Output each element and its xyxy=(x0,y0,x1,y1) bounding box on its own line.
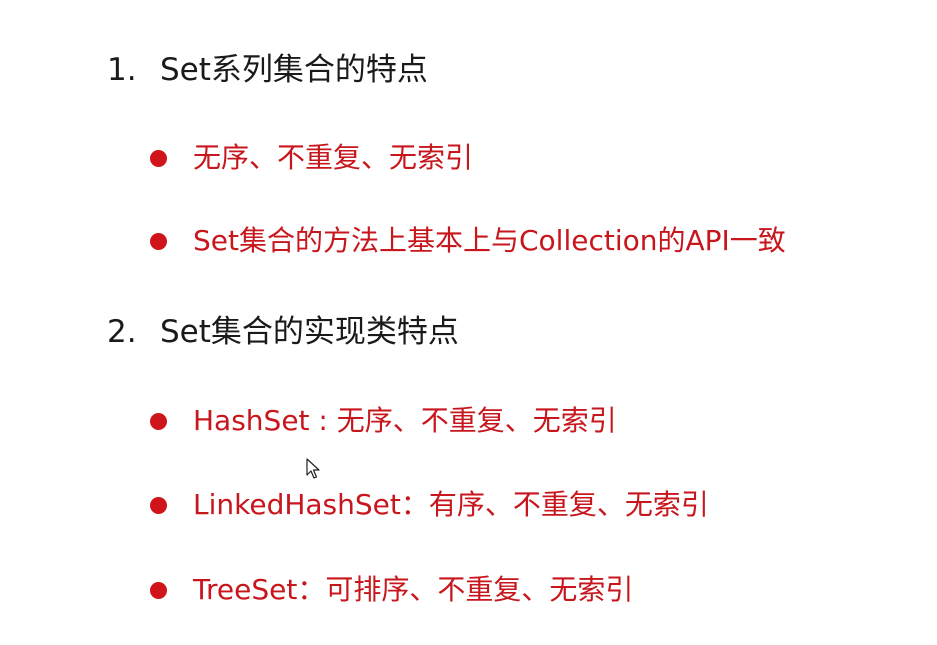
list-item: TreeSet：可排序、不重复、无索引 xyxy=(150,570,633,610)
list-item: Set集合的方法上基本上与Collection的API一致 xyxy=(150,221,786,261)
list-item-text: 无序、不重复、无索引 xyxy=(193,141,474,174)
section-number: 2. xyxy=(107,314,137,350)
bullet-icon xyxy=(150,412,167,430)
list-item-text: LinkedHashSet：有序、不重复、无索引 xyxy=(193,488,709,521)
mouse-cursor-icon xyxy=(306,458,320,479)
section-1-heading: 1. Set系列集合的特点 xyxy=(107,50,428,90)
section-number: 1. xyxy=(107,52,137,88)
list-item-text: Set集合的方法上基本上与Collection的API一致 xyxy=(193,224,786,257)
list-item-text: HashSet : 无序、不重复、无索引 xyxy=(193,404,617,437)
bullet-icon xyxy=(150,581,167,599)
section-title: Set集合的实现类特点 xyxy=(160,314,459,350)
list-item: HashSet : 无序、不重复、无索引 xyxy=(150,401,617,441)
bullet-icon xyxy=(150,496,167,514)
list-item: LinkedHashSet：有序、不重复、无索引 xyxy=(150,485,709,525)
section-title: Set系列集合的特点 xyxy=(160,52,428,88)
section-2-heading: 2. Set集合的实现类特点 xyxy=(107,312,459,352)
list-item-text: TreeSet：可排序、不重复、无索引 xyxy=(193,573,634,606)
bullet-icon xyxy=(150,149,167,167)
bullet-icon xyxy=(150,232,167,250)
list-item: 无序、不重复、无索引 xyxy=(150,138,473,178)
